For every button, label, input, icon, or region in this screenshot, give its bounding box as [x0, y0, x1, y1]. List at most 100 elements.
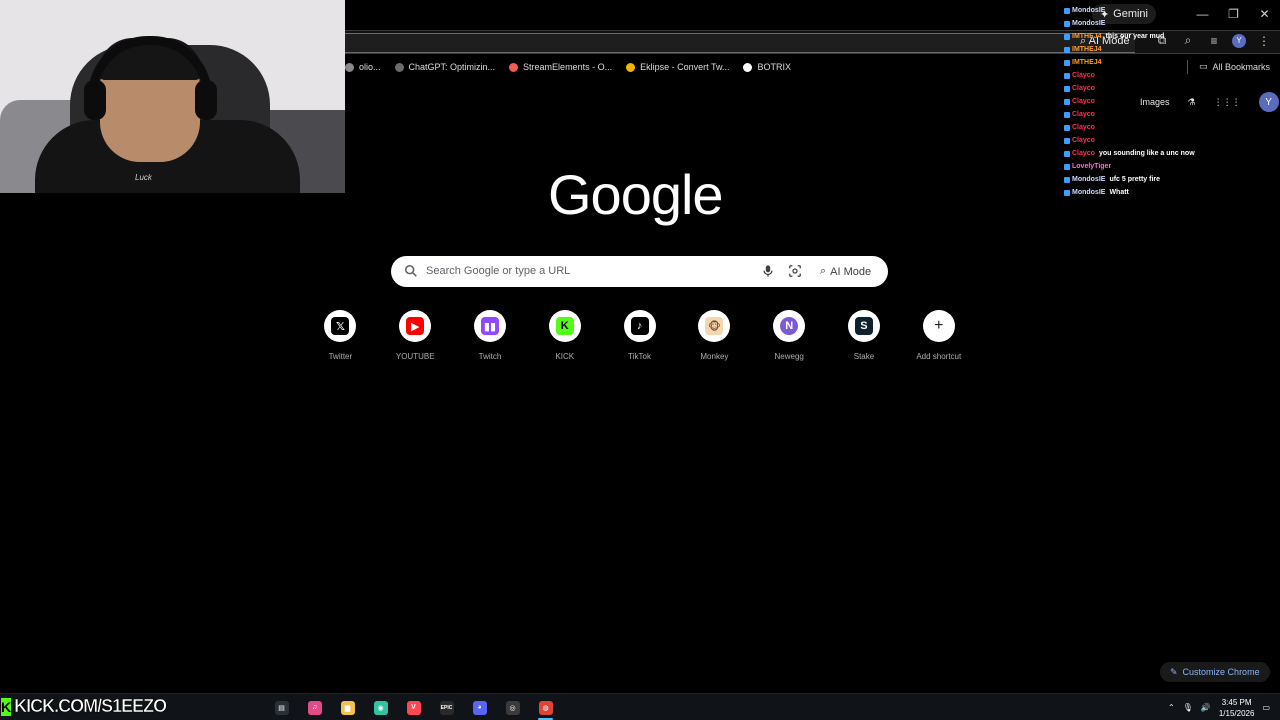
bookmark-item[interactable]: ChatGPT: Optimizin... [394, 62, 496, 72]
chat-badge-icon [1064, 98, 1070, 105]
chat-badge-icon [1064, 33, 1070, 40]
taskbar-app-button[interactable]: ♫ [298, 694, 331, 720]
google-logo: Google [548, 163, 724, 226]
chat-username: Clayco [1072, 111, 1095, 118]
shortcuts-row: 𝕏 Twitter ▶ YOUTUBE ▮▮ Twitch K KICK ♪ TikTok 🐵 Mon… [303, 310, 976, 361]
windows-taskbar: ▤ ♫ ▆ ◉ V EPIC ◕ ◎ ◍ ⌃ 🎙 🔊 3:45 PM 1/15/2026 ▭ [0, 693, 1280, 720]
ai-mode-button[interactable]: ⌕ AI Mode [814, 262, 877, 281]
taskbar-app-button[interactable]: EPIC [430, 694, 463, 720]
bookmark-item[interactable]: StreamElements - O... [509, 62, 612, 72]
google-account-avatar[interactable]: Y [1258, 92, 1279, 112]
chat-username: Clayco [1072, 72, 1095, 79]
taskbar-app-button[interactable]: ◎ [496, 694, 529, 720]
shortcut-tile[interactable]: ▶ YOUTUBE [378, 310, 453, 361]
chat-message: Clayco [1064, 134, 1239, 147]
shortcut-circle: N [773, 310, 806, 342]
chat-message: IMTHEJ4 [1064, 56, 1239, 69]
bookmark-item[interactable]: olio... [345, 62, 381, 72]
bookmark-label: Eklipse - Convert Tw... [640, 62, 730, 72]
chat-username: Clayco [1072, 150, 1095, 157]
search-input[interactable]: Search Google or type a URL [426, 265, 570, 277]
shortcut-tile[interactable]: K KICK [527, 310, 602, 361]
chat-badge-icon [1064, 59, 1070, 66]
chat-text: this our year mud [1105, 33, 1165, 40]
chat-username: Clayco [1072, 98, 1095, 105]
taskbar-app-button[interactable]: V [397, 694, 430, 720]
chat-badge-icon [1064, 46, 1070, 53]
chat-message: Clayco [1064, 69, 1239, 82]
taskbar-app-button[interactable]: ▆ [331, 694, 364, 720]
microphone-tray-icon[interactable]: 🎙 [1183, 703, 1193, 712]
chat-username: Clayco [1072, 85, 1095, 92]
shortcut-tile[interactable]: + Add shortcut [901, 310, 976, 361]
shortcut-circle: + [922, 310, 955, 342]
chat-badge-icon [1064, 137, 1070, 144]
microphone-icon[interactable] [761, 264, 775, 278]
chat-badge-icon [1064, 176, 1070, 183]
taskbar-app-button[interactable]: ◉ [364, 694, 397, 720]
chevron-up-icon[interactable]: ⌃ [1168, 703, 1175, 712]
bookmark-item[interactable]: BOTRIX [743, 62, 791, 72]
shortcut-circle: ▶ [399, 310, 432, 342]
shortcut-tile[interactable]: 🐵 Monkey [677, 310, 752, 361]
kick-watermark: K KICK.COM/S1EEZO [0, 693, 167, 720]
chat-username: Clayco [1072, 124, 1095, 131]
bookmark-label: BOTRIX [757, 62, 791, 72]
chat-username: MondosIE [1072, 7, 1106, 14]
shortcut-tile[interactable]: S Stake [827, 310, 902, 361]
twitch-icon: ▮▮ [480, 317, 499, 335]
notification-icon[interactable]: ▭ [1262, 703, 1270, 712]
chat-message: MondosIE Whatt [1064, 186, 1239, 199]
chat-username: MondosIE [1072, 189, 1106, 196]
chat-badge-icon [1064, 111, 1070, 118]
system-tray: ⌃ 🎙 🔊 3:45 PM 1/15/2026 ▭ [1168, 694, 1280, 720]
file-explorer-icon: ▆ [340, 700, 355, 715]
bookmark-label: ChatGPT: Optimizin... [408, 62, 496, 72]
google-lens-icon[interactable] [788, 264, 802, 278]
streamlabs-icon: ◉ [373, 700, 388, 715]
shortcut-circle: S [847, 310, 880, 342]
address-bar[interactable] [345, 33, 1135, 53]
taskbar-app-button[interactable]: ◕ [463, 694, 496, 720]
itunes-icon: ♫ [307, 700, 322, 715]
volume-icon[interactable]: 🔊 [1201, 703, 1211, 712]
bookmark-item[interactable]: Eklipse - Convert Tw... [626, 62, 729, 72]
chat-username: MondosIE [1072, 176, 1106, 183]
shortcut-tile[interactable]: ♪ TikTok [602, 310, 677, 361]
ai-mode-label: AI Mode [830, 265, 872, 278]
menu-icon[interactable]: ⋮ [1256, 34, 1272, 48]
obs-icon: ◎ [505, 700, 520, 715]
shortcut-tile[interactable]: 𝕏 Twitter [303, 310, 378, 361]
search-box[interactable]: Search Google or type a URL ⌕ AI Mode [391, 256, 888, 287]
bookmark-favicon-icon [394, 62, 404, 72]
clock[interactable]: 3:45 PM 1/15/2026 [1219, 697, 1255, 719]
chat-username: IMTHEJ4 [1072, 46, 1102, 53]
close-icon: ✕ [1259, 7, 1270, 21]
shortcut-circle: K [548, 310, 581, 342]
stake-icon: S [854, 317, 873, 335]
discord-icon: ◕ [472, 700, 487, 715]
taskbar-app-button[interactable]: ◍ [529, 694, 562, 720]
taskbar-apps: ▤ ♫ ▆ ◉ V EPIC ◕ ◎ ◍ [265, 694, 562, 720]
customize-chrome-button[interactable]: ✎ Customize Chrome [1160, 662, 1270, 682]
shortcut-tile[interactable]: ▮▮ Twitch [453, 310, 528, 361]
chat-username: MondosIE [1072, 20, 1106, 27]
shortcut-label: Twitch [478, 352, 502, 361]
chat-message: Clayco [1064, 121, 1239, 134]
chat-message: IMTHEJ4 [1064, 43, 1239, 56]
shortcut-label: Monkey [700, 352, 729, 361]
shortcut-label: TikTok [628, 352, 651, 361]
chat-text: Whatt [1109, 189, 1129, 196]
chat-text: you sounding like a unc now [1098, 150, 1195, 157]
chat-message: MondosIE ufc 5 pretty fire [1064, 173, 1239, 186]
shortcut-label: KICK [555, 352, 575, 361]
close-button[interactable]: ✕ [1249, 0, 1280, 28]
shortcut-tile[interactable]: N Newegg [752, 310, 827, 361]
webcam-headset-ear-left [84, 80, 106, 120]
clock-date: 1/15/2026 [1218, 708, 1255, 718]
valorant-icon: V [406, 700, 421, 715]
taskbar-app-button[interactable]: ▤ [265, 694, 298, 720]
epic-games-icon: EPIC [439, 700, 454, 715]
webcam-headset-ear-right [195, 80, 217, 120]
kick-icon: K [555, 317, 574, 335]
